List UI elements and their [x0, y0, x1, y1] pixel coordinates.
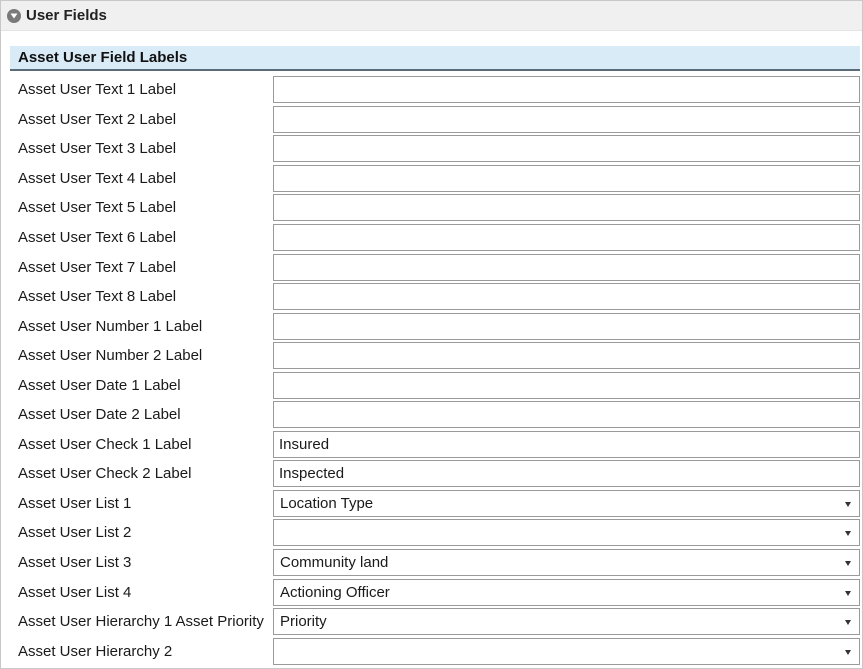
field-label: Asset User Text 5 Label: [18, 199, 177, 217]
field-label: Asset User Text 3 Label: [18, 140, 177, 158]
field-input[interactable]: [273, 253, 860, 281]
form-row: Asset User Text 4 Label: [10, 164, 860, 194]
field-label: Asset User Number 1 Label: [18, 317, 203, 335]
asset-user-field-labels-section: Asset User Field Labels Asset User Text …: [10, 46, 860, 666]
select-value: Priority: [280, 613, 327, 631]
field-list: Asset User Text 1 Label Asset User Text 2…: [10, 75, 860, 666]
dropdown-arrow-icon[interactable]: [845, 649, 851, 655]
panel-title: User Fields: [26, 7, 107, 24]
field-label: Asset User Text 8 Label: [18, 288, 177, 306]
field-label: Asset User Text 2 Label: [18, 110, 177, 128]
field-select[interactable]: Community land: [273, 549, 860, 577]
field-label: Asset User Date 1 Label: [18, 376, 181, 394]
form-row: Asset User Text 8 Label: [10, 282, 860, 312]
field-input[interactable]: [273, 76, 860, 104]
field-select[interactable]: Actioning Officer: [273, 578, 860, 606]
field-label: Asset User Text 1 Label: [18, 81, 177, 99]
field-input[interactable]: [273, 224, 860, 251]
select-value: Location Type: [280, 494, 374, 512]
field-select[interactable]: [273, 519, 860, 547]
form-row: Asset User List 1 Location Type: [10, 489, 860, 519]
field-input[interactable]: [273, 460, 860, 488]
field-label: Asset User Number 2 Label: [18, 347, 203, 365]
field-label: Asset User List 2: [18, 524, 132, 542]
field-input[interactable]: [273, 194, 860, 222]
form-row: Asset User List 3 Community land: [10, 548, 860, 578]
field-input[interactable]: [273, 105, 860, 133]
dropdown-arrow-icon[interactable]: [845, 561, 851, 567]
field-label: Asset User List 4: [18, 583, 132, 601]
form-row: Asset User Date 2 Label: [10, 400, 860, 430]
field-input[interactable]: [273, 135, 860, 163]
form-row: Asset User Number 2 Label: [10, 341, 860, 371]
field-select[interactable]: Priority: [273, 608, 860, 636]
field-label: Asset User Text 4 Label: [18, 169, 177, 187]
user-fields-panel: User Fields Asset User Field Labels Asse…: [0, 0, 863, 669]
field-label: Asset User Text 7 Label: [18, 258, 177, 276]
form-row: Asset User Text 7 Label: [10, 252, 860, 282]
field-input[interactable]: [273, 164, 860, 192]
select-value: Actioning Officer: [280, 583, 390, 601]
section-title: Asset User Field Labels: [10, 46, 860, 71]
field-input[interactable]: [273, 401, 860, 429]
field-input[interactable]: [273, 430, 860, 458]
form-row: Asset User List 4 Actioning Officer: [10, 577, 860, 607]
field-label: Asset User List 3: [18, 554, 132, 572]
dropdown-arrow-icon[interactable]: [845, 620, 851, 626]
dropdown-arrow-icon[interactable]: [845, 590, 851, 596]
field-input[interactable]: [273, 342, 860, 370]
dropdown-arrow-icon[interactable]: [845, 501, 851, 507]
field-label: Asset User Hierarchy 1 Asset Priority: [18, 613, 264, 631]
form-row: Asset User Text 3 Label: [10, 134, 860, 164]
form-row: Asset User List 2: [10, 518, 860, 548]
form-row: Asset User Hierarchy 2: [10, 636, 860, 666]
panel-header[interactable]: User Fields: [1, 1, 862, 31]
form-row: Asset User Hierarchy 1 Asset Priority Pri…: [10, 607, 860, 637]
field-label: Asset User Check 2 Label: [18, 465, 192, 483]
form-row: Asset User Check 2 Label: [10, 459, 860, 489]
form-row: Asset User Text 1 Label: [10, 75, 860, 105]
chevron-down-circle-icon[interactable]: [7, 8, 21, 23]
form-row: Asset User Check 1 Label: [10, 430, 860, 460]
field-label: Asset User Date 2 Label: [18, 406, 181, 424]
form-row: Asset User Text 6 Label: [10, 223, 860, 253]
dropdown-arrow-icon[interactable]: [845, 531, 851, 537]
field-label: Asset User Check 1 Label: [18, 435, 192, 453]
field-label: Asset User Hierarchy 2: [18, 642, 173, 660]
form-row: Asset User Number 1 Label: [10, 311, 860, 341]
field-input[interactable]: [273, 283, 860, 311]
field-label: Asset User Text 6 Label: [18, 229, 177, 246]
select-value: Community land: [280, 554, 389, 572]
form-row: Asset User Date 1 Label: [10, 370, 860, 400]
form-row: Asset User Text 5 Label: [10, 193, 860, 223]
field-label: Asset User List 1: [18, 494, 132, 512]
form-row: Asset User Text 2 Label: [10, 105, 860, 135]
field-select[interactable]: Location Type: [273, 489, 860, 517]
field-select[interactable]: [273, 637, 860, 665]
field-input[interactable]: [273, 312, 860, 340]
field-input[interactable]: [273, 371, 860, 399]
